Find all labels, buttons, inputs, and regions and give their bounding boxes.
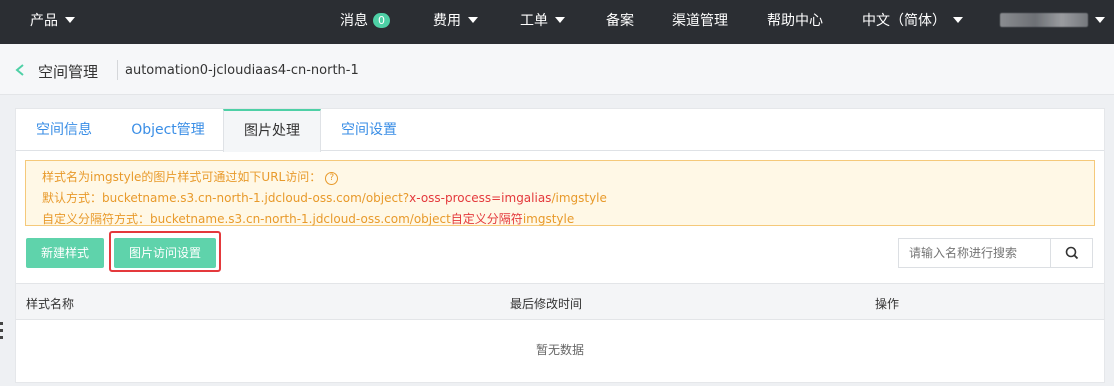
image-access-settings-button[interactable]: 图片访问设置	[114, 238, 216, 268]
messages-count-badge: 0	[373, 13, 390, 28]
nav-help[interactable]: 帮助中心	[767, 0, 823, 44]
nav-billing[interactable]: 费用	[433, 0, 478, 44]
nav-help-label: 帮助中心	[767, 13, 823, 29]
caret-down-icon	[555, 17, 565, 23]
url-notice: 样式名为imgstyle的图片样式可通过如下URL访问：? 默认方式：bucke…	[25, 160, 1095, 226]
account-name-redacted	[1000, 13, 1088, 27]
nav-language-label: 中文（简体）	[862, 13, 946, 29]
nav-messages[interactable]: 消息 0	[340, 0, 390, 44]
nav-products[interactable]: 产品	[30, 0, 75, 44]
help-circle-icon[interactable]: ?	[325, 172, 339, 185]
tab-object-management[interactable]: Object管理	[112, 109, 224, 151]
page-title: 空间管理	[38, 63, 99, 81]
caret-down-icon	[65, 17, 75, 23]
bucket-name: automation0-jcloudiaas4-cn-north-1	[125, 63, 359, 78]
nav-billing-label: 费用	[433, 13, 461, 29]
notice-custom-prefix: 自定义分隔符方式：bucketname.s3.cn-north-1.jdclou…	[42, 212, 451, 226]
nav-tickets[interactable]: 工单	[520, 0, 565, 44]
notice-custom-separator: 自定义分隔符	[450, 212, 523, 226]
content-card: 空间信息 Object管理 图片处理 空间设置 样式名为imgstyle的图片样…	[15, 108, 1105, 383]
notice-default-suffix: /imgstyle	[551, 191, 607, 205]
notice-line-2: 默认方式：bucketname.s3.cn-north-1.jdcloud-os…	[42, 188, 1094, 209]
search-button[interactable]	[1050, 238, 1093, 268]
column-last-modified: 最后修改时间	[510, 297, 583, 311]
notice-default-prefix: 默认方式：bucketname.s3.cn-north-1.jdcloud-os…	[42, 191, 410, 205]
breadcrumb: 空间管理 automation0-jcloudiaas4-cn-north-1	[0, 44, 1114, 95]
notice-intro: 样式名为imgstyle的图片样式可通过如下URL访问：	[42, 170, 322, 184]
nav-language[interactable]: 中文（简体）	[862, 0, 963, 44]
notice-custom-suffix: imgstyle	[522, 212, 575, 226]
tab-bucket-info[interactable]: 空间信息	[16, 109, 112, 151]
nav-messages-label: 消息	[340, 13, 368, 29]
nav-filing[interactable]: 备案	[606, 0, 634, 44]
nav-filing-label: 备案	[606, 13, 634, 29]
new-style-button[interactable]: 新建样式	[26, 238, 104, 268]
nav-products-label: 产品	[30, 13, 58, 29]
notice-default-param: x-oss-process=imgalias	[409, 191, 552, 205]
table-empty-state: 暂无数据	[535, 343, 584, 357]
nav-tickets-label: 工单	[520, 13, 548, 29]
nav-account[interactable]	[1000, 0, 1105, 44]
caret-down-icon	[468, 17, 478, 23]
tab-bucket-settings[interactable]: 空间设置	[321, 109, 417, 151]
top-nav: 产品 消息 0 费用 工单 备案 渠道管理 帮助中心 中文（简体）	[0, 0, 1114, 44]
search-icon	[1065, 246, 1079, 260]
caret-down-icon	[1095, 17, 1105, 23]
table-header: 样式名称 最后修改时间 操作	[16, 283, 1104, 320]
nav-channel-label: 渠道管理	[672, 13, 728, 29]
notice-line-3: 自定义分隔符方式：bucketname.s3.cn-north-1.jdclou…	[42, 209, 1094, 230]
side-drag-handle[interactable]	[0, 322, 4, 348]
chevron-left-icon[interactable]	[12, 62, 28, 78]
notice-line-1: 样式名为imgstyle的图片样式可通过如下URL访问：?	[42, 167, 1094, 188]
tab-bar: 空间信息 Object管理 图片处理 空间设置	[16, 109, 1104, 152]
tab-image-processing[interactable]: 图片处理	[223, 109, 321, 152]
search-input[interactable]	[898, 238, 1050, 268]
caret-down-icon	[953, 17, 963, 23]
nav-channel[interactable]: 渠道管理	[672, 0, 728, 44]
breadcrumb-divider	[117, 60, 118, 80]
column-actions: 操作	[875, 297, 900, 311]
column-style-name: 样式名称	[26, 297, 75, 311]
